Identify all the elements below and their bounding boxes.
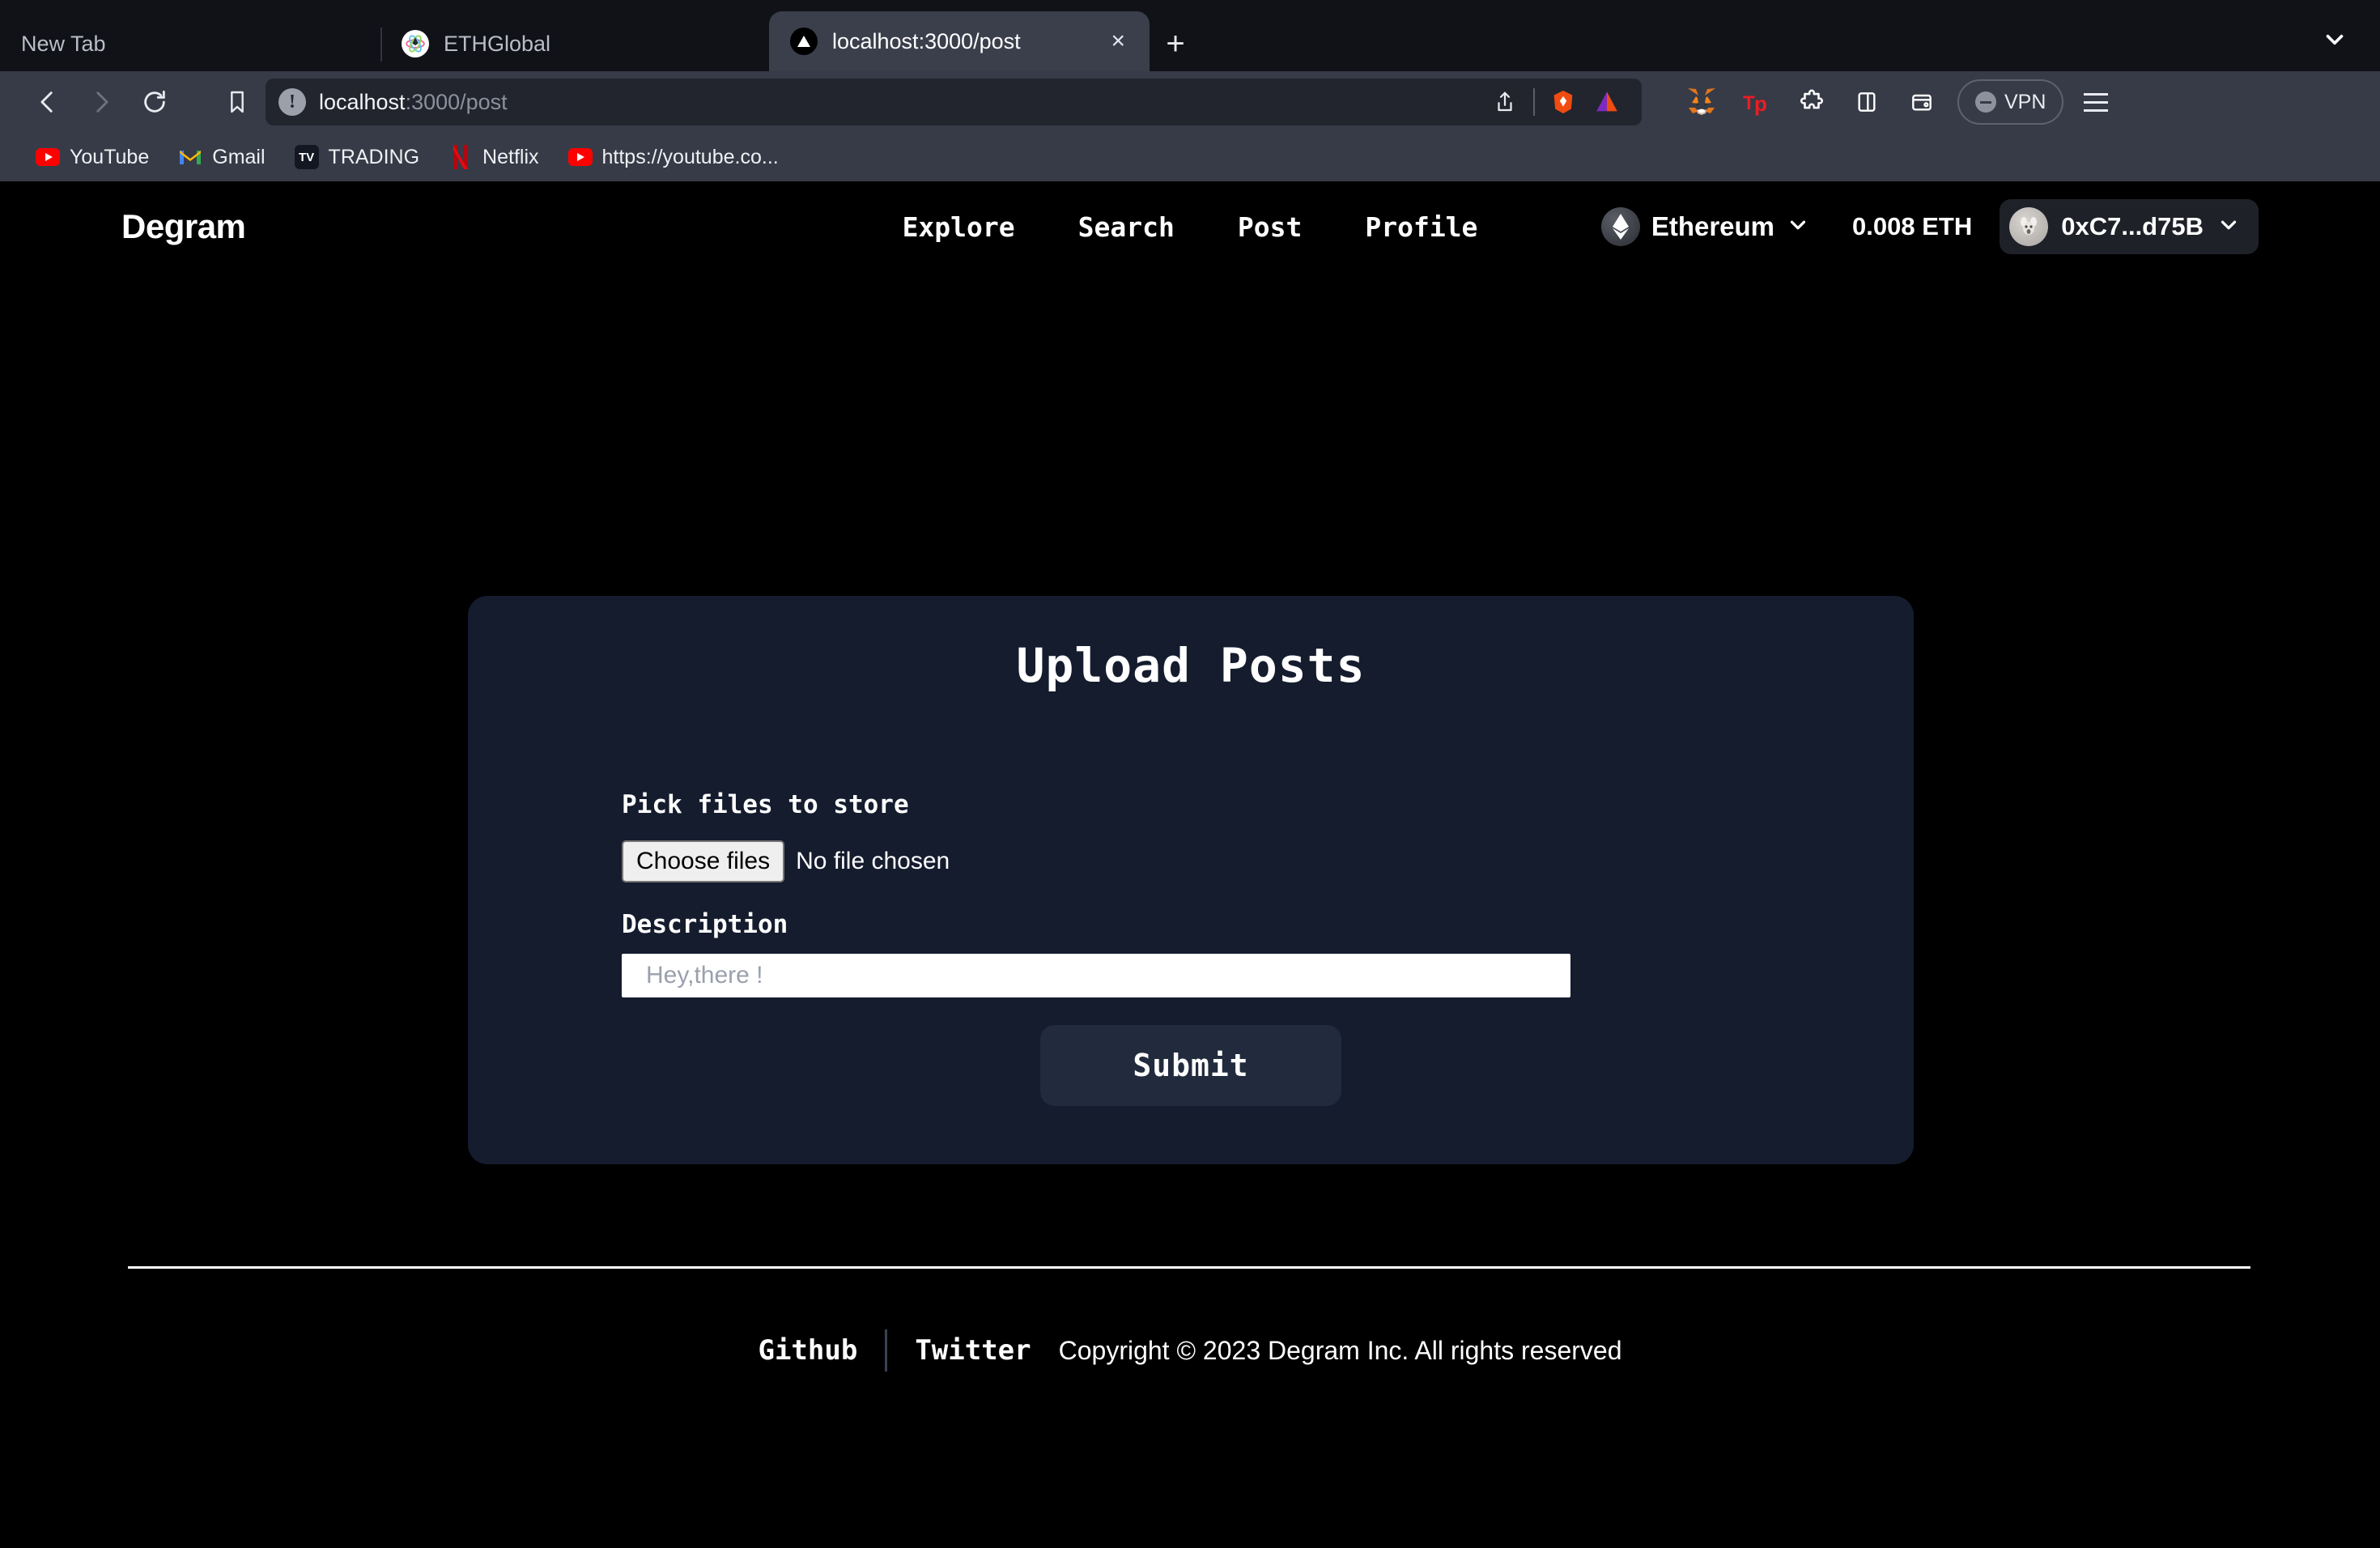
brave-lion-icon[interactable] (1541, 80, 1585, 124)
close-icon[interactable]: × (1107, 29, 1128, 53)
nav-item-post[interactable]: Post (1238, 211, 1302, 243)
choose-files-button[interactable]: Choose files (622, 840, 785, 882)
bookmark-label: Gmail (212, 145, 266, 168)
tradingview-icon: TV (294, 145, 319, 169)
gmail-icon (178, 145, 202, 169)
metamask-fox-icon[interactable] (1679, 79, 1724, 125)
tp-wallet-icon[interactable]: Tp (1734, 79, 1779, 125)
vpn-button[interactable]: VPN (1957, 79, 2064, 125)
page-content: Degram Explore Search Post Profile Ether… (0, 181, 2380, 1529)
puzzle-piece-icon[interactable] (1789, 79, 1834, 125)
address-bar-actions (1483, 80, 1629, 124)
bookmark-icon[interactable] (209, 79, 266, 125)
browser-tab-localhost-post[interactable]: localhost:3000/post × (769, 11, 1150, 71)
youtube-icon (36, 145, 60, 169)
sidebar-panel-icon[interactable] (1844, 79, 1889, 125)
bookmark-label: TRADING (328, 145, 420, 168)
tab-strip: New Tab ETHGlobal localhost:3000/post × … (0, 0, 2380, 71)
chevron-down-icon[interactable] (2312, 21, 2357, 58)
address-bar[interactable]: ! localhost:3000/post (266, 79, 1642, 125)
browser-tab-new-tab[interactable]: New Tab (0, 16, 380, 71)
tab-title: localhost:3000/post (832, 28, 1021, 53)
back-arrow-icon[interactable] (21, 79, 74, 125)
network-selector[interactable]: Ethereum (1595, 207, 1817, 246)
description-input[interactable] (622, 954, 1570, 997)
url-host: localhost (319, 89, 406, 114)
chevron-down-icon (2216, 213, 2241, 241)
footer-divider (128, 1266, 2250, 1269)
toolbar-divider (1533, 88, 1535, 116)
tab-title: New Tab (21, 31, 106, 56)
bat-triangle-icon[interactable] (1585, 80, 1629, 124)
reload-icon[interactable] (128, 79, 181, 125)
tab-divider (380, 28, 382, 62)
vpn-status-icon (1975, 91, 1996, 113)
app-header: Degram Explore Search Post Profile Ether… (0, 181, 2380, 272)
info-icon[interactable]: ! (278, 88, 306, 116)
bookmark-label: Netflix (482, 145, 539, 168)
browser-toolbar: ! localhost:3000/post T p VPN (0, 71, 2380, 133)
file-picker-label: Pick files to store (622, 790, 909, 819)
footer-link-github[interactable]: Github (758, 1334, 857, 1367)
address-bar-text: localhost:3000/post (319, 90, 508, 115)
page-title: Upload Posts (1016, 638, 1366, 693)
vpn-label: VPN (2004, 90, 2046, 113)
share-icon[interactable] (1483, 80, 1527, 124)
bookmarks-bar: YouTube Gmail TV TRADING Netflix https:/… (0, 133, 2380, 181)
upload-posts-card: Upload Posts Pick files to store Choose … (468, 596, 1914, 1164)
footer-separator (885, 1329, 888, 1372)
new-tab-button[interactable]: + (1150, 16, 1201, 71)
file-status-text: No file chosen (796, 848, 950, 874)
footer-link-twitter[interactable]: Twitter (915, 1334, 1031, 1367)
svg-text:p: p (1754, 91, 1767, 116)
file-input[interactable]: Choose files No file chosen (622, 840, 1914, 882)
nav-item-search[interactable]: Search (1078, 211, 1175, 243)
submit-button[interactable]: Submit (1040, 1025, 1341, 1106)
wallet-controls: Ethereum 0.008 ETH 0xC7...d75B (1595, 199, 2259, 254)
url-path: :3000/post (405, 89, 508, 114)
tab-title: ETHGlobal (444, 31, 551, 56)
extension-icons: Tp (1679, 79, 1944, 125)
copyright-text: Copyright © 2023 Degram Inc. All rights … (1058, 1335, 1622, 1365)
browser-chrome: New Tab ETHGlobal localhost:3000/post × … (0, 0, 2380, 181)
account-blockie-icon (2009, 207, 2049, 246)
bookmark-trading[interactable]: TV TRADING (280, 138, 435, 176)
bookmark-gmail[interactable]: Gmail (164, 138, 279, 176)
netflix-icon (448, 145, 473, 169)
account-address: 0xC7...d75B (2061, 212, 2204, 240)
ethglobal-icon (402, 30, 429, 57)
ethereum-diamond-icon (1600, 207, 1640, 246)
app-logo[interactable]: Degram (121, 207, 246, 246)
account-button[interactable]: 0xC7...d75B (2000, 199, 2259, 254)
browser-tab-ethglobal[interactable]: ETHGlobal (380, 16, 769, 71)
chevron-down-icon (1786, 213, 1810, 241)
upload-form: Pick files to store Choose files No file… (622, 790, 1914, 997)
hamburger-menu-icon[interactable] (2072, 79, 2120, 125)
vercel-icon (790, 28, 818, 55)
svg-text:T: T (1743, 92, 1755, 114)
site-footer: Github Twitter Copyright © 2023 Degram I… (0, 1329, 2380, 1372)
bookmark-youtube[interactable]: YouTube (21, 138, 164, 176)
submit-row: Submit (468, 1025, 1914, 1106)
bookmark-youtube-link[interactable]: https://youtube.co... (554, 138, 793, 176)
network-name: Ethereum (1651, 211, 1775, 241)
description-label: Description (622, 910, 788, 939)
bookmark-netflix[interactable]: Netflix (434, 138, 553, 176)
youtube-icon (567, 145, 593, 169)
bookmark-label: https://youtube.co... (601, 145, 779, 168)
bookmark-label: YouTube (70, 145, 150, 168)
nav-item-explore[interactable]: Explore (903, 211, 1015, 243)
nav-item-profile[interactable]: Profile (1365, 211, 1477, 243)
wallet-card-icon[interactable] (1899, 79, 1944, 125)
forward-arrow-icon (74, 79, 128, 125)
wallet-balance: 0.008 ETH (1852, 212, 1973, 240)
